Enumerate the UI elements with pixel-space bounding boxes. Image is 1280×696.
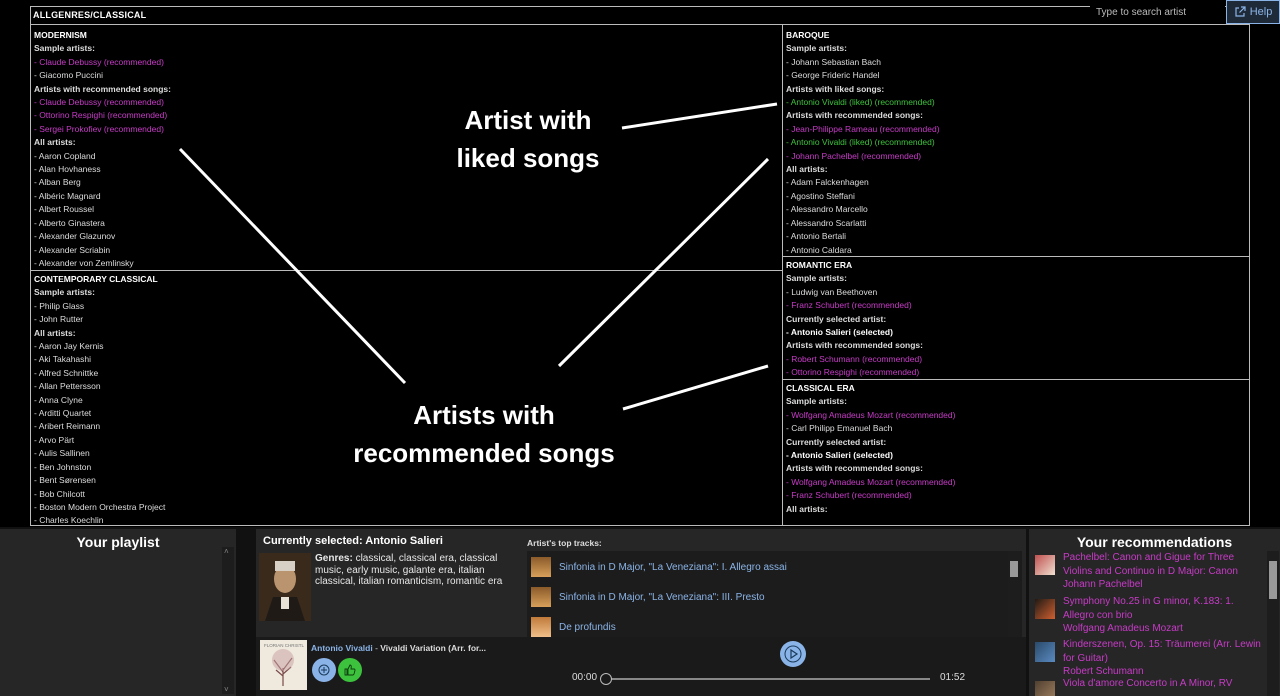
selected-artist-heading: Currently selected: Antonio Salieri [263, 535, 443, 547]
now-playing-album-cover: FLORIAN CHRISTL [260, 640, 307, 690]
recommendations-list: Pachelbel: Canon and Gigue for Three Vio… [1029, 551, 1267, 696]
play-button[interactable] [780, 641, 806, 667]
playlist-pane: Your playlist ˄ ˅ [0, 529, 236, 696]
annotation-text: liked songs [456, 143, 600, 173]
genres-label: Genres: [315, 553, 353, 564]
recommendation-artist[interactable]: Johann Pachelbel [1063, 578, 1263, 592]
recommendation-item[interactable]: Symphony No.25 in G minor, K.183: 1. All… [1035, 595, 1263, 636]
now-playing-track: Vivaldi Variation (Arr. for... [380, 643, 486, 653]
like-button[interactable] [338, 658, 362, 682]
track-row[interactable]: Sinfonia in D Major, "La Veneziana": III… [531, 583, 765, 611]
annotation-arrows [178, 102, 778, 411]
album-cover [531, 617, 551, 637]
thumbs-up-icon [344, 664, 356, 676]
annotation-text: Artists with [413, 400, 555, 430]
scroll-up-icon[interactable]: ˄ [224, 547, 229, 556]
recommendation-item[interactable]: Pachelbel: Canon and Gigue for Three Vio… [1035, 551, 1263, 592]
recommendation-item[interactable]: Kinderszenen, Op. 15: Träumerei (Arr. Le… [1035, 638, 1263, 679]
now-playing-info: Antonio Vivaldi - Vivaldi Variation (Arr… [311, 643, 486, 653]
progress-track[interactable] [600, 673, 930, 685]
album-cover [1035, 555, 1055, 575]
time-current: 00:00 [572, 672, 598, 683]
recommendation-title[interactable]: Viola d'amore Concerto in A Minor, RV [1063, 677, 1263, 691]
scroll-thumb[interactable] [1269, 561, 1277, 599]
play-icon [784, 645, 802, 663]
playlist-title: Your playlist [76, 534, 160, 550]
album-caption: FLORIAN CHRISTL [264, 643, 305, 648]
annotation-line [621, 102, 778, 130]
player: FLORIAN CHRISTL Antonio Vivaldi - Vivald… [256, 637, 1026, 696]
add-to-playlist-button[interactable] [312, 658, 336, 682]
genres-text: Genres: classical, classical era, classi… [315, 553, 527, 588]
recommendations-scrollbar[interactable] [1267, 551, 1279, 696]
annotation-liked: Artist with liked songs [428, 101, 628, 177]
recommendation-item[interactable]: Viola d'amore Concerto in A Minor, RV [1035, 677, 1263, 696]
recommendation-title[interactable]: Pachelbel: Canon and Gigue for Three Vio… [1063, 551, 1263, 578]
selected-artist-pane: Currently selected: Antonio Salieri Genr… [256, 529, 1026, 696]
track-title[interactable]: Sinfonia in D Major, "La Veneziana": I. … [559, 562, 787, 573]
recommendation-title[interactable]: Kinderszenen, Op. 15: Träumerei (Arr. Le… [1063, 638, 1263, 665]
top-tracks-label: Artist's top tracks: [527, 538, 602, 548]
bottom-bar: Your playlist ˄ ˅ Currently selected: An… [0, 527, 1280, 696]
recommendations-pane: Your recommendations Pachelbel: Canon an… [1029, 529, 1280, 696]
track-row[interactable]: Sinfonia in D Major, "La Veneziana": I. … [531, 553, 787, 581]
album-cover [531, 557, 551, 577]
recommendation-title[interactable]: Symphony No.25 in G minor, K.183: 1. All… [1063, 595, 1263, 622]
album-cover [531, 587, 551, 607]
scroll-thumb[interactable] [1010, 561, 1018, 577]
album-cover [1035, 681, 1055, 696]
annotation-line [622, 364, 769, 411]
track-row[interactable]: De profundis [531, 613, 616, 637]
time-total: 01:52 [940, 672, 966, 683]
track-title[interactable]: Sinfonia in D Major, "La Veneziana": III… [559, 592, 765, 603]
top-tracks-list: Sinfonia in D Major, "La Veneziana": I. … [527, 551, 1022, 637]
artist-portrait [259, 553, 311, 621]
progress-knob[interactable] [600, 673, 612, 685]
plus-circle-icon [318, 664, 330, 676]
album-cover [1035, 642, 1055, 662]
annotation-line [557, 157, 770, 368]
now-playing-artist[interactable]: Antonio Vivaldi [311, 643, 373, 653]
track-title[interactable]: De profundis [559, 622, 616, 633]
annotation-text: Artist with [464, 105, 592, 135]
tracks-scrollbar[interactable] [1008, 551, 1020, 637]
annotation-recommended: Artists with recommended songs [334, 396, 634, 472]
scroll-down-icon[interactable]: ˅ [224, 685, 229, 694]
recommendation-artist[interactable]: Wolfgang Amadeus Mozart [1063, 622, 1263, 636]
album-cover [1035, 599, 1055, 619]
recommendations-title: Your recommendations [1076, 534, 1233, 550]
playlist-scrollbar[interactable]: ˄ ˅ [222, 547, 234, 694]
annotation-text: recommended songs [353, 438, 615, 468]
annotation-line [178, 147, 407, 385]
